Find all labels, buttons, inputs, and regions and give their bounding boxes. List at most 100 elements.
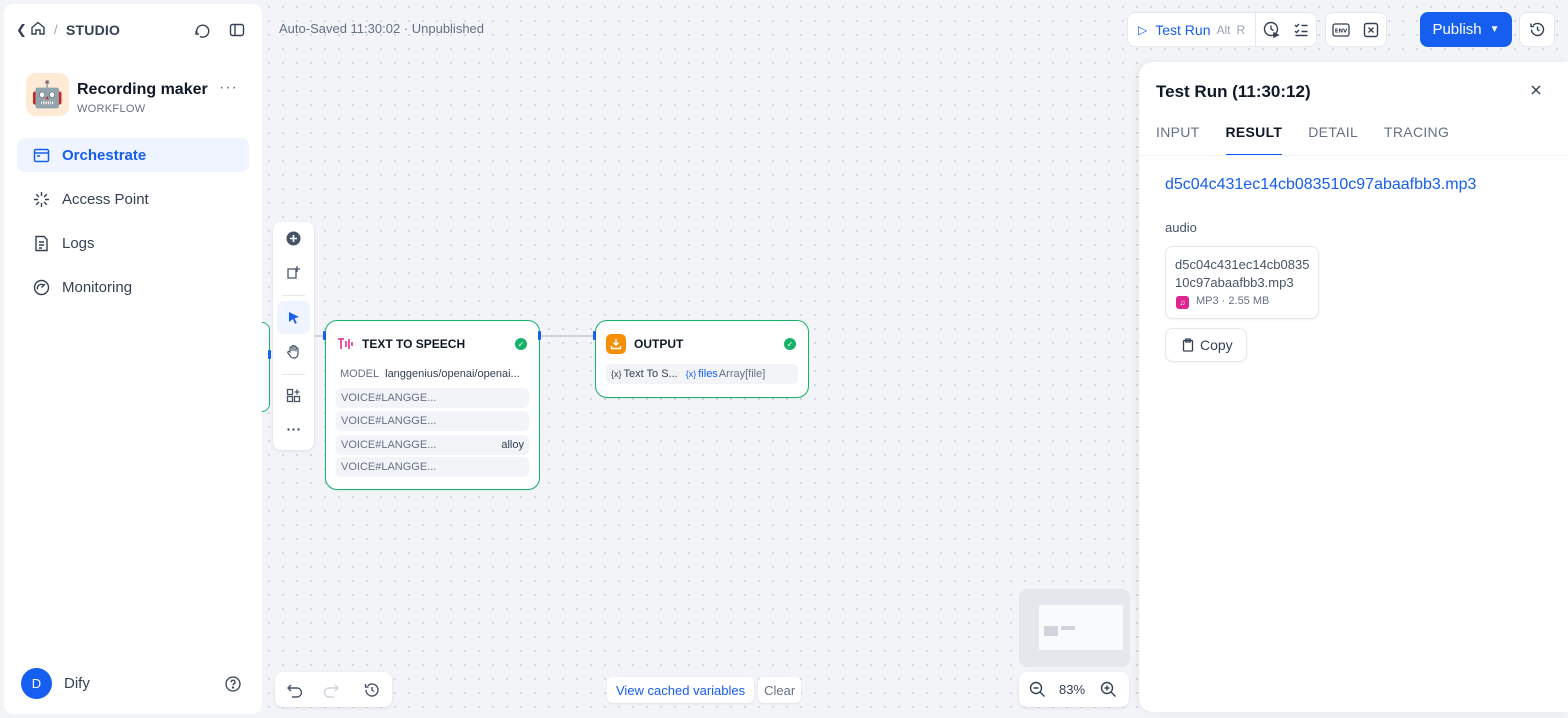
home-icon[interactable] — [30, 20, 46, 36]
app-more-icon[interactable]: ··· — [219, 79, 238, 97]
more-tools-button[interactable] — [277, 413, 310, 446]
model-key: MODEL — [340, 368, 380, 380]
run-history-button[interactable] — [1256, 13, 1286, 46]
audio-label: audio — [1165, 220, 1197, 235]
hand-icon — [287, 344, 299, 359]
clipboard-icon — [1182, 338, 1194, 352]
variable-tools-group: ENV — [1325, 12, 1388, 47]
hand-mode-button[interactable] — [277, 335, 310, 368]
shortcut-key-r: R — [1236, 22, 1246, 37]
conversation-variable-button[interactable] — [1356, 13, 1386, 46]
back-chevron-icon[interactable]: ❮ — [16, 22, 27, 38]
variable-source: Text To S... — [623, 368, 678, 380]
node-text-to-speech[interactable]: TEXT TO SPEECH ✓ MODEL langgenius/openai… — [325, 320, 540, 490]
workspace-name: Dify — [64, 675, 90, 692]
node-target-handle[interactable] — [323, 331, 326, 340]
monitoring-icon — [33, 279, 50, 295]
model-row: MODEL langgenius/openai/openai... — [336, 364, 529, 384]
cached-variables-bar: View cached variables Clear — [607, 677, 802, 703]
node-source-handle[interactable] — [538, 331, 541, 340]
shortcut-key-alt: Alt — [1216, 22, 1231, 37]
checklist-button[interactable] — [1286, 13, 1316, 46]
node-target-handle[interactable] — [593, 331, 596, 340]
palette-divider — [282, 374, 305, 375]
publish-button[interactable]: Publish ▼ — [1420, 12, 1512, 47]
sidebar-item-orchestrate[interactable]: Orchestrate — [17, 138, 249, 172]
version-history-button[interactable] — [1519, 12, 1555, 47]
add-node-button[interactable] — [277, 222, 310, 255]
voice-row: VOICE#LANGGE... — [336, 457, 529, 477]
breadcrumb-studio[interactable]: STUDIO — [66, 22, 120, 38]
text-to-speech-icon — [338, 338, 353, 349]
app-info[interactable]: 🤖 Recording maker WORKFLOW ··· — [26, 73, 254, 121]
workflow-app: ❮ / STUDIO 🤖 Recording maker WORKFLOW ··… — [0, 0, 1568, 718]
publish-label: Publish — [1432, 21, 1482, 38]
header-toolbar: ▷ Test Run Alt R ENV — [1127, 12, 1388, 47]
cursor-icon — [288, 311, 299, 324]
svg-text:ENV: ENV — [1335, 28, 1348, 34]
voice-key: VOICE#LANGGE... — [341, 415, 437, 427]
sticky-note-icon — [287, 266, 300, 279]
close-icon[interactable] — [1529, 83, 1543, 97]
pointer-mode-button[interactable] — [277, 301, 310, 334]
palette-divider — [282, 295, 305, 296]
undo-redo-bar — [275, 672, 392, 707]
zoom-out-icon[interactable] — [1029, 681, 1046, 698]
copy-button[interactable]: Copy — [1165, 328, 1247, 362]
run-tools-group: ▷ Test Run Alt R — [1127, 12, 1318, 47]
output-icon — [606, 334, 626, 354]
file-meta: MP3 · 2.55 MB — [1196, 295, 1270, 307]
tab-result[interactable]: RESULT — [1225, 122, 1283, 156]
sidebar: ❮ / STUDIO 🤖 Recording maker WORKFLOW ··… — [4, 4, 262, 714]
chevron-down-icon: ▼ — [1489, 24, 1500, 35]
test-run-label: Test Run — [1155, 21, 1211, 38]
zoom-in-icon[interactable] — [1100, 681, 1117, 698]
panel-title: Test Run (11:30:12) — [1156, 82, 1311, 101]
app-name: Recording maker — [77, 81, 208, 98]
file-name: d5c04c431ec14cb083510c97abaafbb3.mp3 — [1175, 257, 1310, 290]
voice-key: VOICE#LANGGE... — [341, 439, 437, 451]
more-horizontal-icon — [287, 428, 300, 431]
organize-blocks-button[interactable] — [277, 379, 310, 412]
help-icon[interactable] — [225, 676, 241, 692]
previous-node-partial[interactable] — [262, 322, 270, 412]
switch-app-icon[interactable] — [193, 21, 211, 39]
add-note-button[interactable] — [277, 256, 310, 289]
clear-cache-button[interactable]: Clear — [758, 677, 802, 703]
node-handle[interactable] — [268, 350, 271, 359]
user-bar[interactable]: D Dify — [21, 668, 251, 700]
tab-detail[interactable]: DETAIL — [1308, 122, 1358, 156]
tab-tracing[interactable]: TRACING — [1384, 122, 1449, 156]
sidebar-item-label: Monitoring — [62, 278, 133, 296]
collapse-sidebar-icon[interactable] — [228, 21, 246, 39]
view-cached-variables-button[interactable]: View cached variables — [607, 677, 755, 703]
audio-file-card[interactable]: d5c04c431ec14cb083510c97abaafbb3.mp3 ♫ M… — [1165, 246, 1319, 319]
voice-row: VOICE#LANGGE... — [336, 411, 529, 431]
test-run-button[interactable]: ▷ Test Run Alt R — [1128, 13, 1257, 46]
plus-circle-icon — [286, 231, 301, 246]
variable-x-icon — [1363, 22, 1379, 37]
undo-icon[interactable] — [286, 681, 304, 699]
result-file-link[interactable]: d5c04c431ec14cb083510c97abaafbb3.mp3 — [1165, 176, 1476, 194]
canvas-tool-palette — [273, 222, 314, 450]
node-header: OUTPUT ✓ — [606, 333, 798, 355]
sidebar-item-monitoring[interactable]: Monitoring — [17, 270, 249, 304]
history-icon[interactable] — [363, 681, 381, 699]
copy-label: Copy — [1200, 337, 1233, 353]
env-icon: ENV — [1332, 22, 1350, 37]
voice-key: VOICE#LANGGE... — [341, 392, 437, 404]
node-title: OUTPUT — [634, 337, 684, 351]
minimap[interactable] — [1019, 589, 1130, 667]
zoom-level[interactable]: 83% — [1059, 682, 1085, 697]
sidebar-item-label: Access Point — [62, 190, 149, 208]
minimap-node — [1044, 626, 1058, 636]
test-run-panel: Test Run (11:30:12) INPUT RESULT DETAIL … — [1139, 62, 1568, 712]
redo-icon[interactable] — [322, 681, 340, 699]
env-button[interactable]: ENV — [1326, 13, 1356, 46]
node-output[interactable]: OUTPUT ✓ {x} Text To S... {x} files Arra… — [595, 320, 809, 398]
sidebar-item-logs[interactable]: Logs — [17, 226, 249, 260]
tab-input[interactable]: INPUT — [1156, 122, 1200, 156]
sidebar-item-access-point[interactable]: Access Point — [17, 182, 249, 216]
play-icon: ▷ — [1138, 22, 1148, 37]
sidebar-item-label: Orchestrate — [62, 146, 147, 164]
